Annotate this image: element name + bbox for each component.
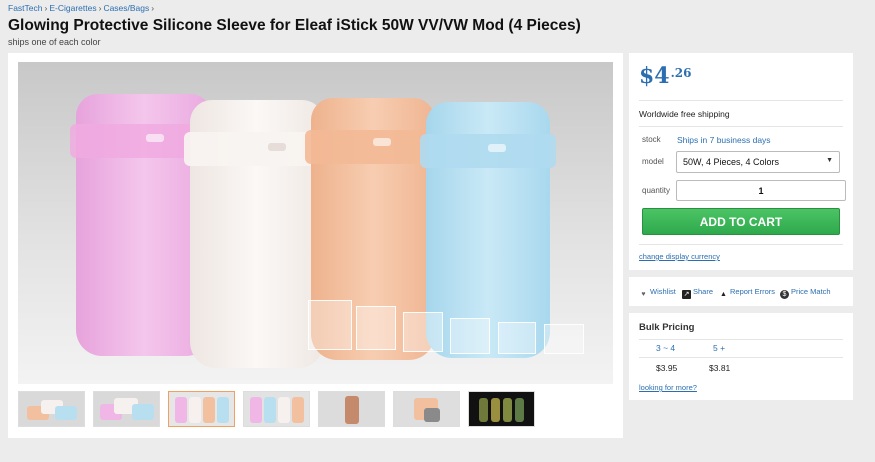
white-sleeve-image [184, 100, 330, 368]
action-bar: ♥ Wishlist ↗ Share ▲ Report Errors $ Price M… [629, 277, 853, 306]
buy-box: $4.26 Worldwide free shipping stock Ship… [629, 53, 853, 270]
thumbnail-7[interactable] [468, 391, 535, 427]
acrylic-stand-image [544, 324, 584, 354]
breadcrumb-link-fasttech[interactable]: FastTech [8, 3, 43, 13]
bulk-tier-price-2: $3.81 [709, 363, 731, 373]
heart-icon: ♥ [641, 291, 646, 298]
model-select-value: 50W, 4 Pieces, 4 Colors [683, 157, 780, 167]
quantity-label: quantity [642, 186, 671, 195]
thumbnail-3[interactable] [168, 391, 235, 427]
thumbnail-4[interactable] [243, 391, 310, 427]
model-select[interactable]: 50W, 4 Pieces, 4 Colors ▼ [676, 151, 840, 173]
change-currency-link[interactable]: change display currency [639, 252, 720, 261]
breadcrumb-separator: › [44, 3, 48, 13]
stock-label: stock [642, 135, 661, 144]
breadcrumb-link-e-cigarettes[interactable]: E-Cigarettes [49, 3, 96, 13]
thumbnail-5[interactable] [318, 391, 385, 427]
divider [639, 357, 843, 358]
main-product-image[interactable] [18, 62, 613, 384]
share-label: Share [693, 287, 714, 296]
share-action[interactable]: ↗ Share [682, 287, 713, 299]
price-match-action[interactable]: $ Price Match [780, 287, 831, 299]
acrylic-stand-image [498, 322, 536, 354]
bulk-more-link[interactable]: looking for more? [639, 383, 697, 392]
thumbnail-2[interactable] [93, 391, 160, 427]
thumbnail-1[interactable] [18, 391, 85, 427]
divider [639, 100, 843, 101]
product-subtitle: ships one of each color [8, 37, 101, 47]
bulk-pricing-panel: Bulk Pricing 3 ~ 4 5 + $3.95 $3.81 looki… [629, 313, 853, 400]
share-icon: ↗ [682, 290, 691, 299]
stock-value: Ships in 7 business days [677, 135, 771, 145]
wishlist-label: Wishlist [650, 287, 676, 296]
bulk-pricing-title: Bulk Pricing [639, 322, 695, 333]
thumbnail-6[interactable] [393, 391, 460, 427]
model-label: model [642, 157, 664, 166]
thumbnail-strip [18, 391, 613, 427]
product-gallery [8, 53, 623, 438]
price-match-label: Price Match [791, 287, 831, 296]
bulk-tier-price-1: $3.95 [656, 363, 678, 373]
product-price: $4.26 [639, 63, 692, 89]
dropdown-arrow-icon: ▼ [826, 157, 833, 164]
breadcrumb: FastTech › E-Cigarettes › Cases/Bags › [8, 3, 156, 13]
price-cents: .26 [670, 66, 692, 80]
warning-icon: ▲ [720, 291, 727, 298]
bulk-tier-qty-2: 5 + [713, 343, 726, 353]
quantity-input[interactable]: 1 [676, 180, 846, 201]
price-match-icon: $ [780, 290, 789, 299]
acrylic-stand-image [450, 318, 490, 354]
add-to-cart-button[interactable]: ADD TO CART [642, 208, 840, 235]
divider [639, 126, 843, 127]
product-title: Glowing Protective Silicone Sleeve for E… [8, 17, 581, 34]
wishlist-action[interactable]: ♥ Wishlist [639, 287, 676, 299]
shipping-info: Worldwide free shipping [639, 109, 730, 119]
acrylic-stand-image [403, 312, 443, 352]
bulk-tier-qty-1: 3 ~ 4 [656, 343, 676, 353]
divider [639, 339, 843, 340]
breadcrumb-separator: › [98, 3, 102, 13]
divider [639, 244, 843, 245]
acrylic-stand-image [308, 300, 352, 350]
report-errors-action[interactable]: ▲ Report Errors [719, 287, 775, 299]
acrylic-stand-image [356, 306, 396, 350]
price-main: $4 [639, 63, 670, 89]
report-errors-label: Report Errors [730, 287, 776, 296]
breadcrumb-separator: › [151, 3, 155, 13]
breadcrumb-link-cases-bags[interactable]: Cases/Bags [103, 3, 149, 13]
